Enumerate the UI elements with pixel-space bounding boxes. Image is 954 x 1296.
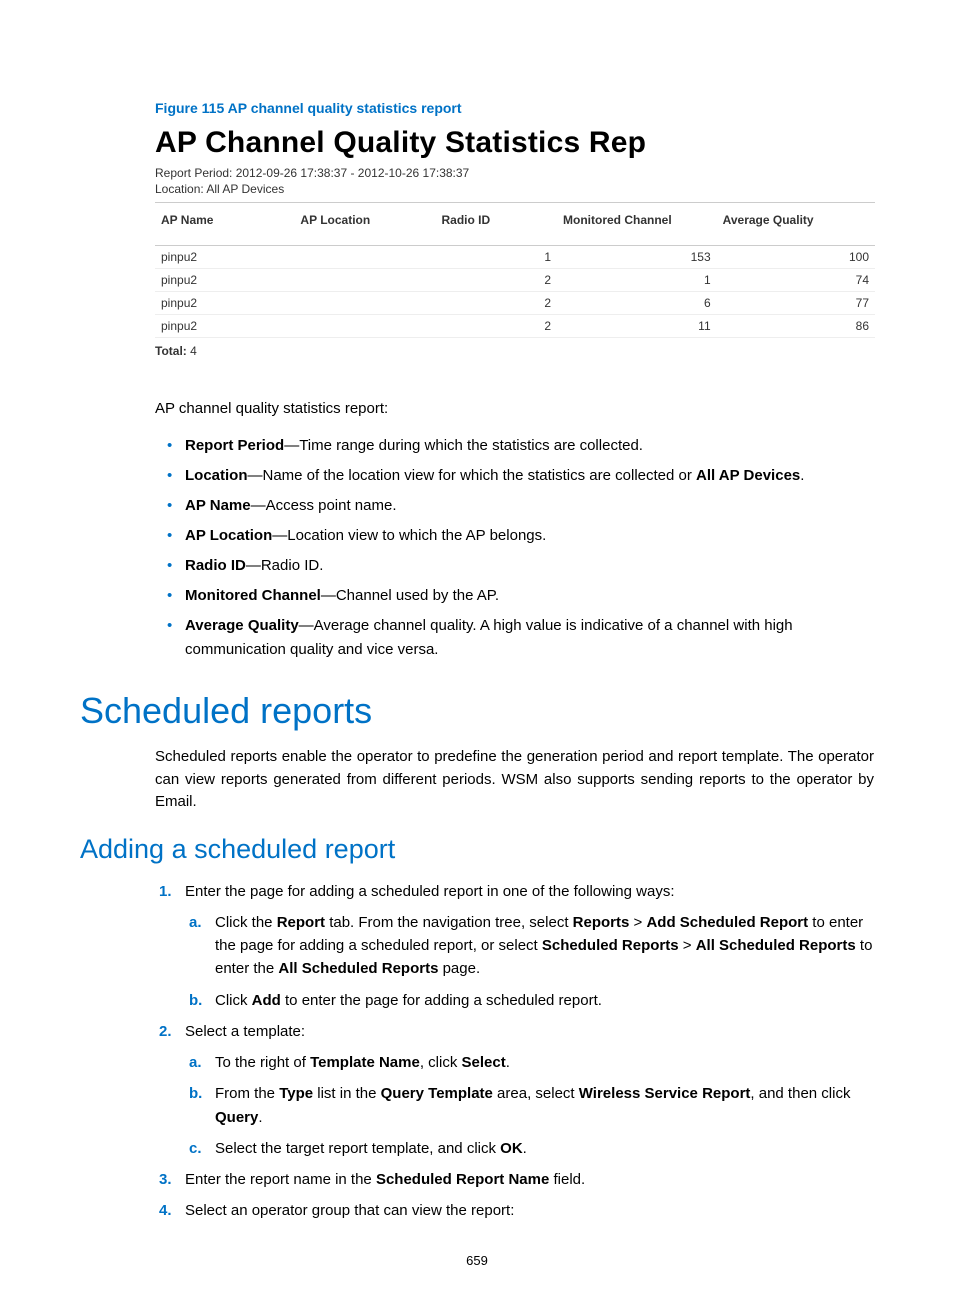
table-header-row: AP Name AP Location Radio ID Monitored C…: [155, 203, 875, 246]
step-1: Enter the page for adding a scheduled re…: [185, 880, 874, 1012]
step-1a: Click the Report tab. From the navigatio…: [215, 911, 874, 981]
cell-ap-location: [294, 292, 435, 315]
step-3: Enter the report name in the Scheduled R…: [185, 1168, 874, 1191]
paragraph: Scheduled reports enable the operator to…: [155, 746, 874, 814]
substeps: To the right of Template Name, click Sel…: [185, 1051, 874, 1160]
figure-caption: Figure 115 AP channel quality statistics…: [155, 100, 874, 116]
cell-avg-quality: 77: [717, 292, 875, 315]
total-value: 4: [190, 344, 197, 358]
report-period: Report Period: 2012-09-26 17:38:37 - 201…: [155, 166, 874, 180]
heading-scheduled-reports: Scheduled reports: [80, 690, 874, 732]
cell-monitored-channel: 11: [557, 315, 717, 338]
col-average-quality: Average Quality: [717, 203, 875, 246]
substeps: Click the Report tab. From the navigatio…: [185, 911, 874, 1012]
desc: —Radio ID.: [246, 557, 324, 574]
cell-monitored-channel: 153: [557, 246, 717, 269]
steps-list: Enter the page for adding a scheduled re…: [155, 880, 874, 1223]
step-1b: Click Add to enter the page for adding a…: [215, 989, 874, 1012]
report-title: AP Channel Quality Statistics Rep: [155, 126, 874, 160]
desc-bold: All AP Devices: [696, 467, 800, 484]
term: Report Period: [185, 437, 284, 454]
definition-list: Report Period—Time range during which th…: [155, 434, 874, 662]
cell-ap-name: pinpu2: [155, 315, 294, 338]
cell-ap-name: pinpu2: [155, 292, 294, 315]
col-ap-name: AP Name: [155, 203, 294, 246]
cell-avg-quality: 74: [717, 269, 875, 292]
list-item: Monitored Channel—Channel used by the AP…: [185, 584, 874, 608]
cell-ap-location: [294, 269, 435, 292]
list-item: Location—Name of the location view for w…: [185, 464, 874, 488]
cell-radio-id: 1: [436, 246, 558, 269]
cell-monitored-channel: 1: [557, 269, 717, 292]
heading-adding-scheduled-report: Adding a scheduled report: [80, 834, 874, 865]
term: AP Location: [185, 527, 272, 544]
cell-avg-quality: 86: [717, 315, 875, 338]
desc: —Access point name.: [251, 497, 397, 514]
cell-ap-name: pinpu2: [155, 269, 294, 292]
term: AP Name: [185, 497, 251, 514]
step-4: Select an operator group that can view t…: [185, 1199, 874, 1222]
report-location: Location: All AP Devices: [155, 182, 874, 196]
desc: —Channel used by the AP.: [321, 587, 499, 604]
table-total: Total: 4: [155, 344, 874, 358]
term: Average Quality: [185, 617, 299, 634]
step-2b: From the Type list in the Query Template…: [215, 1082, 874, 1129]
cell-avg-quality: 100: [717, 246, 875, 269]
step-text: Enter the page for adding a scheduled re…: [185, 883, 675, 900]
list-item: AP Location—Location view to which the A…: [185, 524, 874, 548]
desc: —Time range during which the statistics …: [284, 437, 643, 454]
step-text: Select an operator group that can view t…: [185, 1202, 514, 1219]
list-item: Radio ID—Radio ID.: [185, 554, 874, 578]
step-2a: To the right of Template Name, click Sel…: [215, 1051, 874, 1074]
cell-radio-id: 2: [436, 269, 558, 292]
col-radio-id: Radio ID: [436, 203, 558, 246]
desc: —Location view to which the AP belongs.: [272, 527, 546, 544]
desc: —Name of the location view for which the…: [248, 467, 697, 484]
table-row: pinpu2 2 6 77: [155, 292, 875, 315]
col-ap-location: AP Location: [294, 203, 435, 246]
table-row: pinpu2 1 153 100: [155, 246, 875, 269]
cell-radio-id: 2: [436, 315, 558, 338]
cell-ap-location: [294, 246, 435, 269]
step-text: Select a template:: [185, 1023, 305, 1040]
term: Monitored Channel: [185, 587, 321, 604]
list-item: Report Period—Time range during which th…: [185, 434, 874, 458]
page-number: 659: [0, 1253, 954, 1268]
total-label: Total:: [155, 344, 187, 358]
table-row: pinpu2 2 11 86: [155, 315, 875, 338]
report-table: AP Name AP Location Radio ID Monitored C…: [155, 202, 875, 338]
cell-ap-name: pinpu2: [155, 246, 294, 269]
intro-line: AP channel quality statistics report:: [155, 398, 874, 419]
cell-ap-location: [294, 315, 435, 338]
step-2: Select a template: To the right of Templ…: [185, 1020, 874, 1160]
cell-monitored-channel: 6: [557, 292, 717, 315]
term: Location: [185, 467, 248, 484]
table-row: pinpu2 2 1 74: [155, 269, 875, 292]
list-item: AP Name—Access point name.: [185, 494, 874, 518]
cell-radio-id: 2: [436, 292, 558, 315]
desc: .: [800, 467, 804, 484]
list-item: Average Quality—Average channel quality.…: [185, 614, 874, 662]
step-2c: Select the target report template, and c…: [215, 1137, 874, 1160]
term: Radio ID: [185, 557, 246, 574]
col-monitored-channel: Monitored Channel: [557, 203, 717, 246]
